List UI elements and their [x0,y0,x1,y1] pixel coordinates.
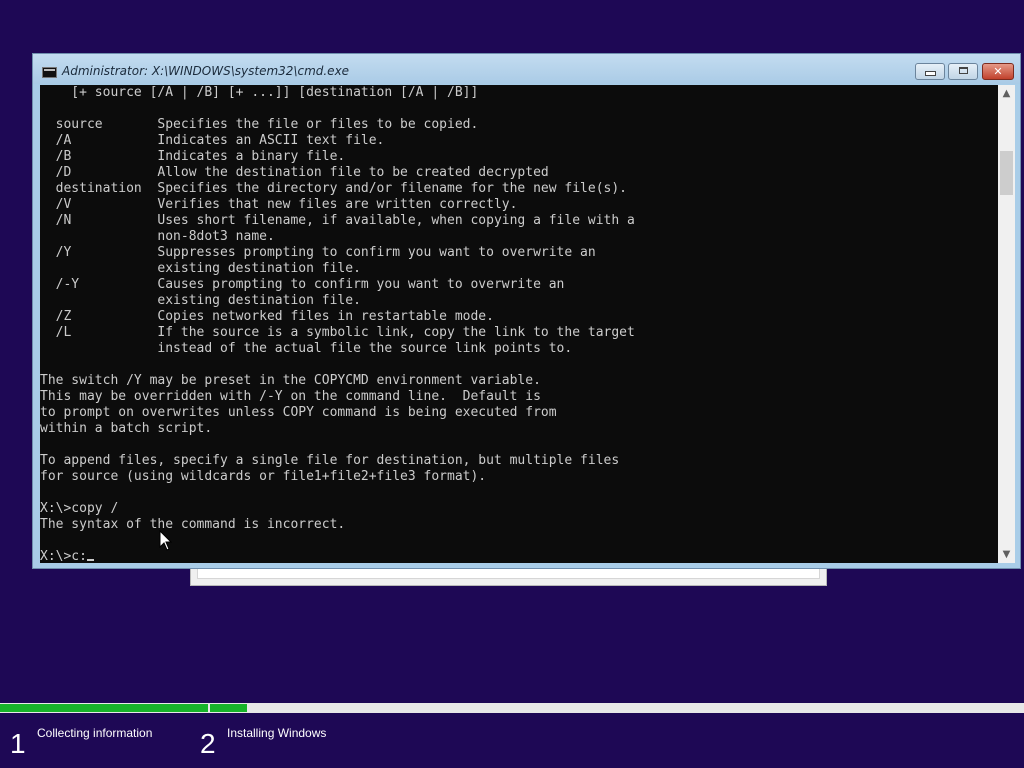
cmd-window[interactable]: Administrator: X:\WINDOWS\system32\cmd.e… [32,53,1021,569]
close-icon: ✕ [993,65,1003,78]
maximize-icon [958,67,968,74]
step-label: Collecting information [37,726,153,740]
scroll-down-icon[interactable]: ▼ [998,546,1015,563]
maximize-button[interactable] [948,63,978,80]
vertical-scrollbar[interactable]: ▲ ▼ [998,85,1015,563]
minimize-icon [924,71,936,76]
title-bar[interactable]: Administrator: X:\WINDOWS\system32\cmd.e… [33,54,1020,84]
progress-fill-installing [210,704,247,712]
window-title: Administrator: X:\WINDOWS\system32\cmd.e… [62,64,350,78]
close-button[interactable]: ✕ [982,63,1014,80]
text-cursor [86,559,94,561]
cmd-icon [42,67,57,78]
scroll-up-icon[interactable]: ▲ [998,85,1015,102]
progress-segment-installing [210,703,1024,713]
scrollbar-thumb[interactable] [1000,151,1013,195]
progress-segment-collecting [0,703,208,713]
mouse-pointer-icon [159,530,173,551]
progress-fill-collecting [0,704,208,712]
step-number: 1 [10,728,26,759]
step-label: Installing Windows [227,726,327,740]
step-number: 2 [200,728,216,759]
console-prompt[interactable]: X:\>c: [40,549,87,563]
minimize-button[interactable] [915,63,945,80]
console-output[interactable]: [+ source [/A | /B] [+ ...]] [destinatio… [40,85,998,563]
console-text: [+ source [/A | /B] [+ ...]] [destinatio… [40,85,635,563]
